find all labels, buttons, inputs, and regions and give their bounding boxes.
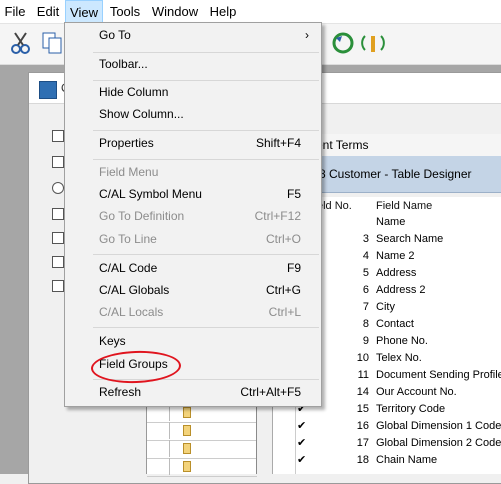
query-icon[interactable] [52, 232, 64, 244]
field-name-cell[interactable]: City [376, 301, 395, 313]
menu-item-go-to-definition: Go To Definition Ctrl+F12 [99, 209, 301, 223]
object-list [146, 400, 257, 477]
menu-item-cal-symbol-menu[interactable]: C/AL Symbol Menu F5 [65, 184, 321, 205]
table-row[interactable]: ✔ 17 Global Dimension 2 Code [273, 436, 501, 453]
table-row[interactable]: ✔ 16 Global Dimension 1 Code [273, 419, 501, 436]
field-name-cell[interactable]: Address 2 [376, 284, 426, 296]
view-menu-dropdown: Go To › Toolbar... Hide Column Show Colum… [64, 22, 322, 407]
table-icon [183, 443, 191, 454]
menu-item-hide-column[interactable]: Hide Column [65, 82, 321, 103]
designer-title: 8 Customer - Table Designer [319, 167, 472, 181]
page-icon[interactable] [52, 156, 64, 168]
menu-item-go-to[interactable]: Go To › [65, 25, 321, 46]
field-name-cell[interactable]: Our Account No. [376, 386, 457, 398]
menu-tools[interactable]: Tools [104, 0, 146, 23]
cut-icon[interactable] [8, 30, 34, 56]
column-header-field-no[interactable]: eld No. [317, 200, 352, 212]
field-name-cell[interactable]: Contact [376, 318, 414, 330]
table-row[interactable]: ✔ 18 Chain Name [273, 453, 501, 470]
menu-item-keys[interactable]: Keys [65, 331, 321, 352]
field-name-cell[interactable]: Telex No. [376, 352, 422, 364]
field-name-cell[interactable]: Global Dimension 1 Code [376, 420, 501, 432]
separator [93, 80, 319, 81]
xmlport-icon[interactable] [52, 256, 64, 268]
field-no-cell[interactable]: 16 [313, 420, 369, 432]
report-icon[interactable] [52, 182, 64, 194]
chevron-right-icon: › [305, 28, 309, 42]
enabled-check-icon[interactable]: ✔ [297, 453, 306, 466]
codeunit-icon[interactable] [52, 208, 64, 220]
field-no-cell[interactable]: 18 [313, 454, 369, 466]
separator [93, 254, 319, 255]
menu-help[interactable]: Help [205, 0, 241, 23]
table-icon [183, 425, 191, 436]
table-icon [183, 461, 191, 472]
refresh-icon[interactable] [330, 30, 356, 56]
menu-edit[interactable]: Edit [31, 0, 65, 23]
field-name-cell[interactable]: Phone No. [376, 335, 428, 347]
list-item[interactable] [147, 440, 257, 459]
field-name-cell[interactable]: Address [376, 267, 416, 279]
field-name-cell[interactable]: Territory Code [376, 403, 445, 415]
separator [93, 52, 319, 53]
separator [93, 327, 319, 328]
column-header-field-name[interactable]: Field Name [376, 200, 432, 212]
table-icon [183, 407, 191, 418]
menu-view[interactable]: View [65, 0, 103, 23]
menu-item-properties[interactable]: Properties Shift+F4 [65, 133, 321, 154]
field-name-cell[interactable]: Chain Name [376, 454, 437, 466]
field-name-cell[interactable]: Name 2 [376, 250, 415, 262]
menu-item-field-menu: Field Menu [99, 165, 159, 179]
menu-item-cal-globals[interactable]: C/AL Globals Ctrl+G [65, 280, 321, 301]
field-name-cell[interactable]: Search Name [376, 233, 443, 245]
field-no-cell[interactable]: 17 [313, 437, 369, 449]
field-name-cell[interactable]: Document Sending Profile [376, 369, 501, 381]
menu-window[interactable]: Window [148, 0, 202, 23]
signal-icon[interactable] [360, 30, 386, 56]
enabled-check-icon[interactable]: ✔ [297, 436, 306, 449]
menu-file[interactable]: File [0, 0, 30, 23]
menu-item-show-column[interactable]: Show Column... [65, 104, 321, 125]
separator [93, 159, 319, 160]
tab-payment-terms[interactable]: ent Terms [316, 138, 368, 152]
copy-icon[interactable] [40, 30, 66, 56]
enabled-check-icon[interactable]: ✔ [297, 419, 306, 432]
field-name-cell[interactable]: Name [376, 216, 405, 228]
list-item[interactable] [147, 422, 257, 441]
separator [93, 130, 319, 131]
chart-app-icon [39, 81, 57, 99]
list-item[interactable] [147, 458, 257, 477]
table-icon[interactable] [52, 130, 64, 142]
menu-item-cal-locals: C/AL Locals Ctrl+L [99, 305, 301, 319]
menusuite-icon[interactable] [52, 280, 64, 292]
menu-item-cal-code[interactable]: C/AL Code F9 [65, 258, 321, 279]
field-name-cell[interactable]: Global Dimension 2 Code [376, 437, 501, 449]
menu-item-refresh[interactable]: Refresh Ctrl+Alt+F5 [65, 382, 321, 403]
menu-item-go-to-line: Go To Line Ctrl+O [99, 232, 301, 246]
menu-item-toolbar[interactable]: Toolbar... [65, 54, 321, 75]
menu-bar: File Edit View Tools Window Help [0, 0, 501, 24]
